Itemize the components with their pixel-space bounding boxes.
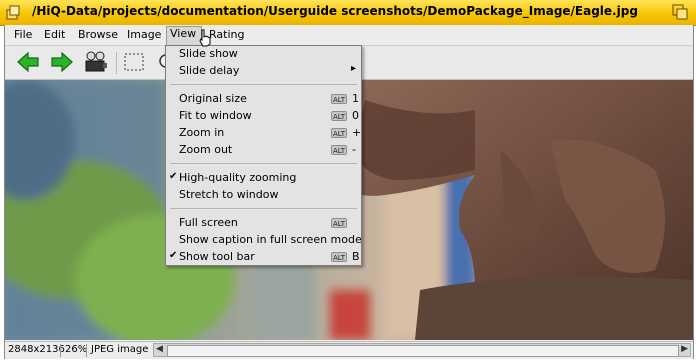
menu-item-slide-show[interactable]: Slide show: [166, 46, 361, 63]
zoom-level: 26%: [65, 344, 88, 355]
view-menu-dropdown: Slide show Slide delay ▸ Original size A…: [165, 45, 362, 266]
menu-item-fit-to-window[interactable]: Fit to window ALT 0: [166, 108, 361, 125]
menu-item-label: Slide show: [179, 47, 238, 60]
back-arrow-icon[interactable]: [15, 50, 41, 74]
menu-item-high-quality-zooming[interactable]: ✔ High-quality zooming: [166, 170, 361, 187]
menu-separator: [170, 163, 357, 164]
menu-item-label: Show caption in full screen mode: [179, 233, 362, 246]
menu-item-zoom-out[interactable]: Zoom out ALT -: [166, 142, 361, 159]
menu-bar: File Edit Browse Image View Rating: [5, 25, 693, 46]
menu-file[interactable]: File: [14, 28, 32, 44]
shortcut-modifier: ALT: [331, 218, 347, 228]
checkmark-icon: ✔: [169, 250, 178, 261]
menu-browse[interactable]: Browse: [78, 28, 118, 44]
file-type: JPEG image: [91, 344, 149, 355]
shortcut-modifier: ALT: [331, 94, 347, 104]
menu-item-label: Show tool bar: [179, 250, 255, 263]
menu-item-show-caption[interactable]: Show caption in full screen mode: [166, 232, 362, 249]
menu-item-label: High-quality zooming: [179, 171, 297, 184]
checkmark-icon: ✔: [169, 171, 178, 182]
menu-item-label: Fit to window: [179, 109, 252, 122]
selection-rect-icon[interactable]: [121, 50, 147, 74]
menu-item-stretch-to-window[interactable]: Stretch to window: [166, 187, 361, 204]
menu-separator: [170, 84, 357, 85]
window-size-icon[interactable]: [672, 4, 688, 20]
statusbar-divider: [60, 344, 61, 357]
menu-item-original-size[interactable]: Original size ALT 1: [166, 91, 361, 108]
menu-item-label: Original size: [179, 92, 247, 105]
status-bar: 2848x2136 26% JPEG image ◀ ▶: [5, 341, 693, 359]
forward-arrow-icon[interactable]: [49, 50, 75, 74]
window-menu-icon[interactable]: [5, 4, 21, 20]
menu-item-label: Slide delay: [179, 64, 240, 77]
shortcut-modifier: ALT: [331, 145, 347, 155]
menu-rating[interactable]: Rating: [209, 28, 244, 44]
slideshow-projector-icon[interactable]: [83, 50, 109, 74]
shortcut-modifier: ALT: [331, 111, 347, 121]
scrollbar-thumb[interactable]: [167, 345, 679, 357]
shortcut-key: 0: [352, 109, 359, 122]
shortcut-key: B: [352, 250, 360, 263]
shortcut-modifier: ALT: [331, 252, 347, 262]
menu-item-zoom-in[interactable]: Zoom in ALT +: [166, 125, 361, 142]
shortcut-modifier: ALT: [331, 128, 347, 138]
menu-image[interactable]: Image: [127, 28, 161, 44]
menu-item-label: Zoom out: [179, 143, 233, 156]
menu-item-show-tool-bar[interactable]: ✔ Show tool bar ALT B: [166, 249, 361, 266]
title-bar[interactable]: /HiQ-Data/projects/documentation/Usergui…: [0, 0, 696, 26]
menu-item-label: Stretch to window: [179, 188, 279, 201]
scroll-right-icon[interactable]: ▶: [681, 344, 688, 354]
image-dimensions: 2848x2136: [8, 344, 65, 355]
hand-cursor-icon: [199, 29, 211, 47]
window-title: /HiQ-Data/projects/documentation/Usergui…: [32, 4, 638, 18]
menu-item-label: Full screen: [179, 216, 238, 229]
menu-item-label: Zoom in: [179, 126, 225, 139]
menu-item-full-screen[interactable]: Full screen ALT: [166, 215, 361, 232]
menu-item-slide-delay[interactable]: Slide delay ▸: [166, 63, 361, 80]
toolbar-separator: [116, 52, 117, 74]
scroll-left-icon[interactable]: ◀: [156, 344, 163, 354]
submenu-arrow-icon: ▸: [350, 63, 356, 74]
menu-edit[interactable]: Edit: [44, 28, 65, 44]
shortcut-key: +: [352, 126, 362, 139]
horizontal-scrollbar[interactable]: ◀ ▶: [153, 343, 691, 357]
shortcut-key: -: [352, 143, 356, 156]
shortcut-key: 1: [352, 92, 359, 105]
menu-separator: [170, 208, 357, 209]
statusbar-divider: [86, 344, 87, 357]
